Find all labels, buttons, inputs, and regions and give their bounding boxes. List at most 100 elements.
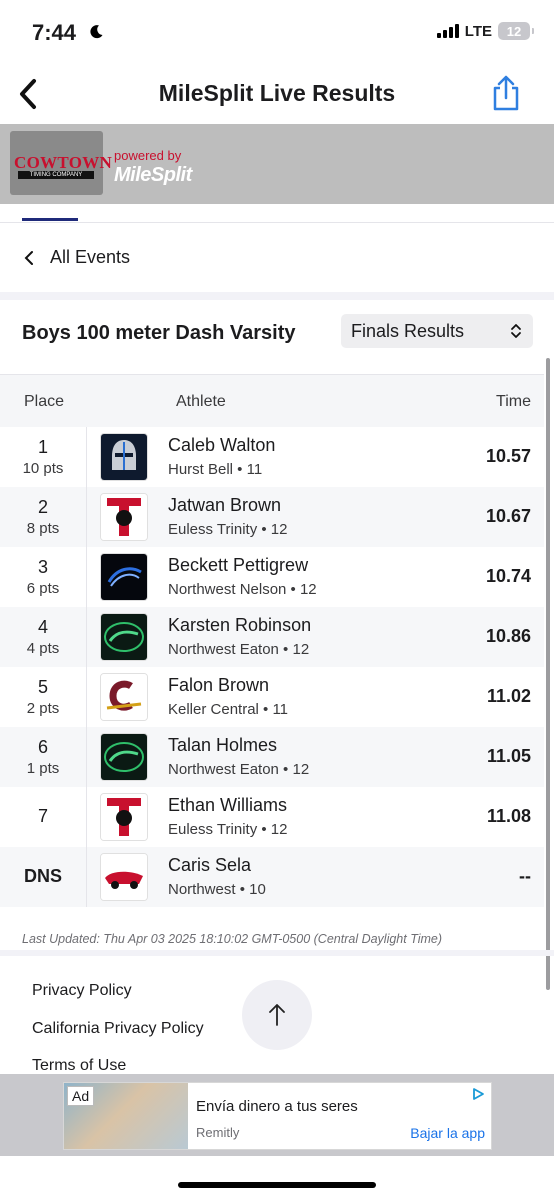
place-points: 6 pts [26,580,60,597]
athlete-team: Euless Trinity • 12 [168,521,288,538]
time-header: Time [496,393,531,410]
eagles-logo-icon [100,613,148,661]
table-row[interactable]: 6 1 pts Talan Holmes Northwest Eaton • 1… [0,727,544,787]
athlete-name: Caris Sela [168,855,252,875]
table-header: Place Athlete Time [0,374,544,427]
cowtown-logo-title: COWTOWN [14,153,113,172]
ad-cta-button[interactable]: Bajar la app [410,1125,485,1141]
terms-of-use-link[interactable]: Terms of Use [32,1057,126,1075]
battery-level: 12 [506,23,522,39]
central-logo-icon [100,673,148,721]
place-points: 2 pts [26,700,60,717]
athlete-name: Talan Holmes [168,735,278,755]
eagles-logo-icon [100,733,148,781]
athlete-team: Northwest Eaton • 12 [168,641,310,658]
table-row[interactable]: 1 10 pts Caleb Walton Hurst Bell • 11 10… [0,427,544,487]
place-number: 2 [37,497,48,517]
ad-card[interactable]: Ad Envía dinero a tus seres Remitly Baja… [63,1082,492,1150]
table-row[interactable]: 4 4 pts Karsten Robinson Northwest Eaton… [0,607,544,667]
ad-banner: Ad Envía dinero a tus seres Remitly Baja… [0,1074,554,1156]
trojan-logo-icon [100,493,148,541]
result-time: 11.05 [486,746,531,766]
scrollbar[interactable] [546,358,550,990]
section-separator [0,950,554,956]
athlete-name: Karsten Robinson [168,615,312,635]
place-header: Place [24,393,65,410]
divider [0,222,554,223]
nav-bar: MileSplit Live Results [0,66,554,122]
share-icon [493,75,519,111]
event-title: Boys 100 meter Dash Varsity [22,322,296,344]
athlete-team: Hurst Bell • 11 [168,461,263,478]
all-events-link[interactable]: All Events [0,238,300,278]
status-indicators: LTE 12 [436,22,534,40]
athlete-team: Keller Central • 11 [168,701,289,718]
place-number: 4 [37,617,48,637]
place-cell: DNS [0,847,87,907]
status-bar: 7:44 LTE 12 [0,0,554,66]
results-select-value: Finals Results [351,321,465,341]
texans-logo-icon [100,853,148,901]
athlete-name: Jatwan Brown [168,495,282,515]
cowtown-logo-subtitle: TIMING COMPANY [18,171,94,179]
result-time: 10.67 [485,506,531,526]
table-row[interactable]: 3 6 pts Beckett Pettigrew Northwest Nels… [0,547,544,607]
battery-icon: 12 [498,22,534,40]
result-time: 10.74 [485,566,531,586]
all-events-label: All Events [50,247,131,267]
powered-by-label: powered by [114,148,182,163]
ad-image: Ad [64,1083,188,1149]
place-cell: 4 4 pts [0,607,87,667]
result-time: 10.57 [485,446,531,466]
athlete-header: Athlete [176,393,226,410]
place-cell: 2 8 pts [0,487,87,547]
section-separator [0,292,554,300]
privacy-policy-link[interactable]: Privacy Policy [32,982,132,1000]
athlete-name: Beckett Pettigrew [168,555,309,575]
athlete-name: Caleb Walton [168,435,276,455]
place-points: 1 pts [26,760,60,777]
athlete-team: Northwest Nelson • 12 [168,581,317,598]
cowtown-logo: COWTOWN TIMING COMPANY [10,131,112,195]
result-time: 10.86 [485,626,531,646]
place-number: DNS [23,866,62,886]
athlete-team: Northwest Eaton • 12 [168,761,310,778]
place-number: 1 [37,437,48,457]
network-label: LTE [464,22,492,40]
results-table: Place Athlete Time 1 10 pts Caleb Walton… [0,374,544,907]
chevron-left-icon [24,251,33,265]
ad-choices-icon[interactable] [471,1087,485,1101]
active-tab-indicator [22,218,78,221]
place-cell: 3 6 pts [0,547,87,607]
result-time: 11.02 [486,686,531,706]
arrow-up-icon [269,1004,285,1026]
place-number: 3 [37,557,48,577]
results-type-select[interactable]: Finals Results [341,314,533,348]
place-points: 8 pts [26,520,60,537]
milesplit-logo: MileSplit [114,164,192,186]
place-points: 10 pts [22,460,64,477]
athlete-team: Euless Trinity • 12 [168,821,288,838]
place-cell: 6 1 pts [0,727,87,787]
athlete-name: Ethan Williams [168,795,288,815]
chevron-up-down-icon [511,324,521,338]
place-cell: 7 [0,787,87,847]
place-cell: 5 2 pts [0,667,87,727]
place-cell: 1 10 pts [0,427,87,487]
scroll-to-top-button[interactable] [242,980,312,1050]
home-indicator [178,1182,376,1188]
table-row[interactable]: DNS Caris Sela Northwest • 10 -- [0,847,544,907]
result-time: 11.08 [486,806,531,826]
california-privacy-link[interactable]: California Privacy Policy [32,1020,204,1038]
ad-brand: Remitly [196,1125,240,1140]
nelson-logo-icon [100,553,148,601]
athlete-name: Falon Brown [168,675,270,695]
share-button[interactable] [490,74,522,112]
page-title: MileSplit Live Results [158,80,396,106]
status-time: 7:44 [32,20,77,45]
table-row[interactable]: 7 Ethan Williams Euless Trinity • 12 11.… [0,787,544,847]
table-row[interactable]: 5 2 pts Falon Brown Keller Central • 11 … [0,667,544,727]
table-row[interactable]: 2 8 pts Jatwan Brown Euless Trinity • 12… [0,487,544,547]
signal-icon [436,24,459,38]
ad-badge: Ad [67,1086,95,1106]
